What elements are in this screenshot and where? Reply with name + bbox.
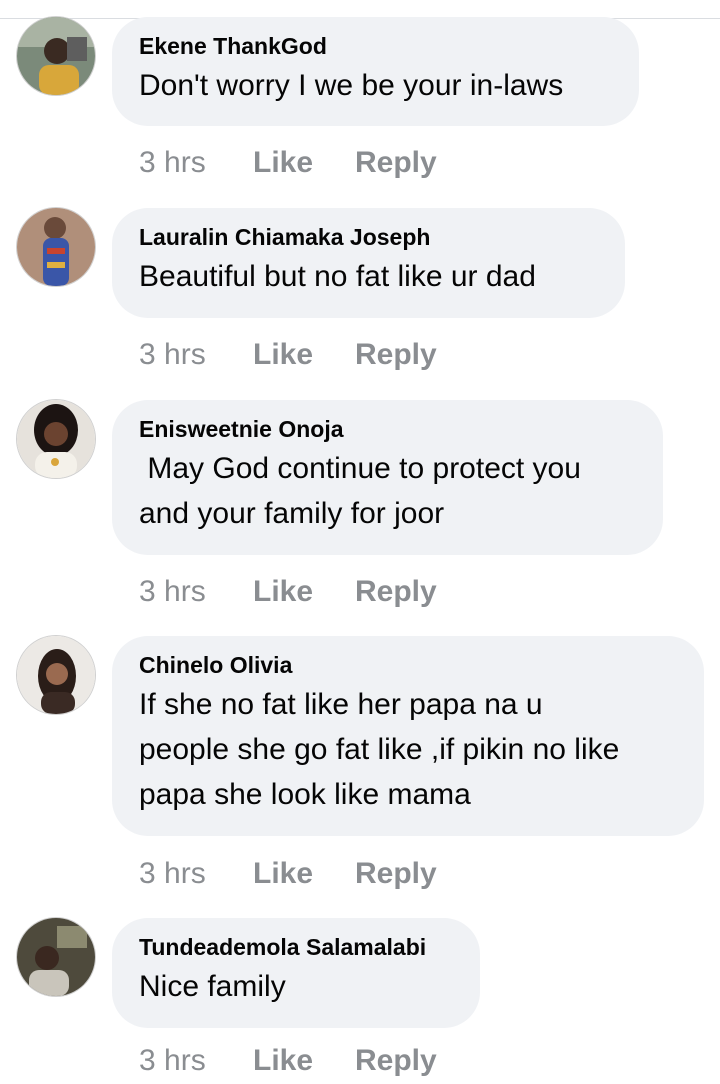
avatar-photo-icon [17,636,95,714]
like-button[interactable]: Like [253,1044,355,1078]
comment-timestamp[interactable]: 3 hrs [139,575,253,609]
avatar-photo-icon [17,17,95,95]
like-button[interactable]: Like [253,146,355,180]
comment-timestamp[interactable]: 3 hrs [139,146,253,180]
comment-text: Don't worry I we be your in-laws [139,69,564,102]
avatar-photo-icon [17,208,95,286]
comment-timestamp[interactable]: 3 hrs [139,1044,253,1078]
avatar[interactable] [17,400,95,478]
comment-author[interactable]: Lauralin Chiamaka Joseph [139,222,599,252]
comment-timestamp[interactable]: 3 hrs [139,338,253,372]
reply-button[interactable]: Reply [355,338,437,372]
comment-bubble: Ekene ThankGod Don't worry I we be your … [112,17,639,126]
comment-bubble: Chinelo Olivia If she no fat like her pa… [112,636,704,836]
comment-actions: 3 hrs Like Reply [139,854,437,894]
avatar-photo-icon [17,400,95,478]
comment-bubble: Tundeademola Salamalabi Nice family [112,918,480,1028]
avatar-photo-icon [17,918,95,996]
comment-actions: 3 hrs Like Reply [139,335,437,375]
comment-timestamp[interactable]: 3 hrs [139,857,253,891]
comment-actions: 3 hrs Like Reply [139,572,437,612]
comment-text: May God continue to protect you and your… [139,452,581,530]
comment-bubble: Enisweetnie Onoja May God continue to pr… [112,400,663,555]
comment-text: Beautiful but no fat like ur dad [139,260,536,293]
comment-text: If she no fat like her papa na u people … [139,688,620,811]
comment-bubble: Lauralin Chiamaka Joseph Beautiful but n… [112,208,625,318]
comment-text: Nice family [139,970,286,1003]
like-button[interactable]: Like [253,338,355,372]
comment-author[interactable]: Ekene ThankGod [139,31,613,61]
like-button[interactable]: Like [253,575,355,609]
comment-author[interactable]: Chinelo Olivia [139,650,678,680]
reply-button[interactable]: Reply [355,1044,437,1078]
comment-actions: 3 hrs Like Reply [139,143,437,183]
avatar[interactable] [17,208,95,286]
reply-button[interactable]: Reply [355,146,437,180]
comment-actions: 3 hrs Like Reply [139,1044,437,1084]
avatar[interactable] [17,636,95,714]
comment-author[interactable]: Enisweetnie Onoja [139,414,637,444]
avatar[interactable] [17,918,95,996]
reply-button[interactable]: Reply [355,575,437,609]
comment-author[interactable]: Tundeademola Salamalabi [139,932,454,962]
avatar[interactable] [17,17,95,95]
like-button[interactable]: Like [253,857,355,891]
reply-button[interactable]: Reply [355,857,437,891]
